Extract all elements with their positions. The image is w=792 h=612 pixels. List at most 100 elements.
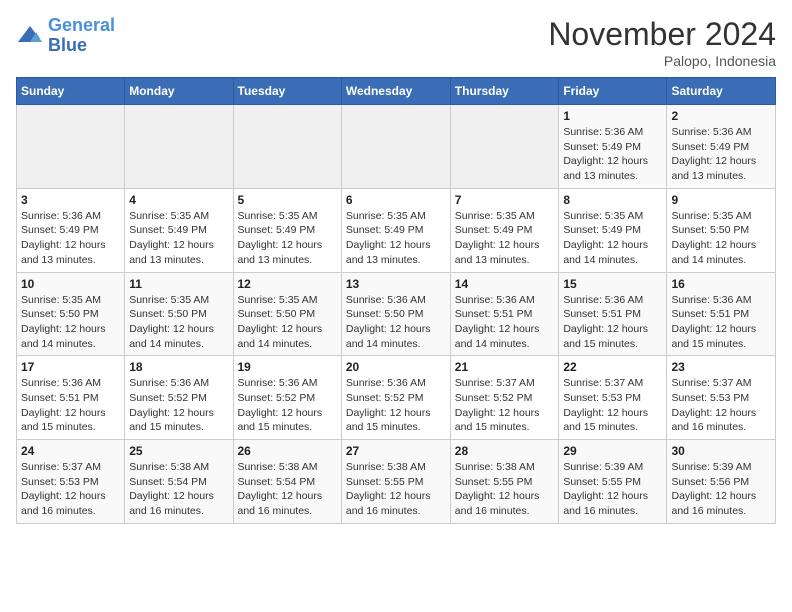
- calendar-cell: [233, 105, 341, 189]
- weekday-wednesday: Wednesday: [341, 78, 450, 105]
- day-info: Sunrise: 5:35 AM Sunset: 5:50 PM Dayligh…: [671, 209, 771, 268]
- day-number: 12: [238, 277, 337, 291]
- calendar-cell: 25Sunrise: 5:38 AM Sunset: 5:54 PM Dayli…: [125, 440, 233, 524]
- week-row-5: 24Sunrise: 5:37 AM Sunset: 5:53 PM Dayli…: [17, 440, 776, 524]
- calendar-cell: 19Sunrise: 5:36 AM Sunset: 5:52 PM Dayli…: [233, 356, 341, 440]
- logo-icon: [16, 24, 44, 48]
- day-info: Sunrise: 5:36 AM Sunset: 5:51 PM Dayligh…: [563, 293, 662, 352]
- calendar-cell: 10 Sunrise: 5:35 AM Sunset: 5:50 PM Dayli…: [17, 272, 125, 356]
- day-number: 18: [129, 360, 228, 374]
- calendar-cell: 7 Sunrise: 5:35 AM Sunset: 5:49 PM Daylig…: [450, 188, 559, 272]
- day-info: Sunrise: 5:36 AM Sunset: 5:50 PM Dayligh…: [346, 293, 446, 352]
- day-info: Sunrise: 5:35 AM Sunset: 5:49 PM Dayligh…: [129, 209, 228, 268]
- day-number: 4: [129, 193, 228, 207]
- weekday-saturday: Saturday: [667, 78, 776, 105]
- calendar-cell: 18 Sunrise: 5:36 AM Sunset: 5:52 PM Dayli…: [125, 356, 233, 440]
- calendar-cell: 8 Sunrise: 5:35 AM Sunset: 5:49 PM Daylig…: [559, 188, 667, 272]
- day-number: 13: [346, 277, 446, 291]
- day-number: 8: [563, 193, 662, 207]
- day-number: 11: [129, 277, 228, 291]
- calendar-cell: 24Sunrise: 5:37 AM Sunset: 5:53 PM Dayli…: [17, 440, 125, 524]
- weekday-monday: Monday: [125, 78, 233, 105]
- calendar-cell: 30 Sunrise: 5:39 AM Sunset: 5:56 PM Dayli…: [667, 440, 776, 524]
- calendar-cell: 5 Sunrise: 5:35 AM Sunset: 5:49 PM Daylig…: [233, 188, 341, 272]
- calendar-cell: 15Sunrise: 5:36 AM Sunset: 5:51 PM Dayli…: [559, 272, 667, 356]
- calendar-cell: [125, 105, 233, 189]
- calendar-cell: 22 Sunrise: 5:37 AM Sunset: 5:53 PM Dayli…: [559, 356, 667, 440]
- calendar-cell: 1 Sunrise: 5:36 AM Sunset: 5:49 PM Daylig…: [559, 105, 667, 189]
- calendar-cell: 6Sunrise: 5:35 AM Sunset: 5:49 PM Daylig…: [341, 188, 450, 272]
- day-info: Sunrise: 5:35 AM Sunset: 5:49 PM Dayligh…: [563, 209, 662, 268]
- month-title: November 2024: [548, 16, 776, 53]
- calendar-cell: [17, 105, 125, 189]
- day-number: 30: [671, 444, 771, 458]
- day-info: Sunrise: 5:36 AM Sunset: 5:51 PM Dayligh…: [21, 376, 120, 435]
- calendar-cell: 27Sunrise: 5:38 AM Sunset: 5:55 PM Dayli…: [341, 440, 450, 524]
- day-number: 10: [21, 277, 120, 291]
- day-number: 23: [671, 360, 771, 374]
- location: Palopo, Indonesia: [548, 53, 776, 69]
- calendar-cell: 21 Sunrise: 5:37 AM Sunset: 5:52 PM Dayli…: [450, 356, 559, 440]
- day-info: Sunrise: 5:36 AM Sunset: 5:49 PM Dayligh…: [563, 125, 662, 184]
- logo-general: General: [48, 15, 115, 35]
- calendar: SundayMondayTuesdayWednesdayThursdayFrid…: [16, 77, 776, 524]
- day-number: 7: [455, 193, 555, 207]
- calendar-cell: 23Sunrise: 5:37 AM Sunset: 5:53 PM Dayli…: [667, 356, 776, 440]
- weekday-sunday: Sunday: [17, 78, 125, 105]
- day-info: Sunrise: 5:39 AM Sunset: 5:56 PM Dayligh…: [671, 460, 771, 519]
- day-info: Sunrise: 5:35 AM Sunset: 5:49 PM Dayligh…: [455, 209, 555, 268]
- calendar-cell: 9Sunrise: 5:35 AM Sunset: 5:50 PM Daylig…: [667, 188, 776, 272]
- day-info: Sunrise: 5:36 AM Sunset: 5:52 PM Dayligh…: [129, 376, 228, 435]
- day-info: Sunrise: 5:36 AM Sunset: 5:51 PM Dayligh…: [455, 293, 555, 352]
- day-number: 2: [671, 109, 771, 123]
- calendar-cell: 14 Sunrise: 5:36 AM Sunset: 5:51 PM Dayli…: [450, 272, 559, 356]
- day-info: Sunrise: 5:37 AM Sunset: 5:53 PM Dayligh…: [21, 460, 120, 519]
- day-info: Sunrise: 5:35 AM Sunset: 5:49 PM Dayligh…: [238, 209, 337, 268]
- day-number: 5: [238, 193, 337, 207]
- calendar-cell: [450, 105, 559, 189]
- page-header: General Blue November 2024 Palopo, Indon…: [16, 16, 776, 69]
- day-info: Sunrise: 5:35 AM Sunset: 5:50 PM Dayligh…: [238, 293, 337, 352]
- weekday-thursday: Thursday: [450, 78, 559, 105]
- day-info: Sunrise: 5:35 AM Sunset: 5:49 PM Dayligh…: [346, 209, 446, 268]
- calendar-cell: 26 Sunrise: 5:38 AM Sunset: 5:54 PM Dayli…: [233, 440, 341, 524]
- week-row-3: 10 Sunrise: 5:35 AM Sunset: 5:50 PM Dayli…: [17, 272, 776, 356]
- calendar-cell: 28 Sunrise: 5:38 AM Sunset: 5:55 PM Dayli…: [450, 440, 559, 524]
- calendar-cell: 20 Sunrise: 5:36 AM Sunset: 5:52 PM Dayli…: [341, 356, 450, 440]
- day-info: Sunrise: 5:36 AM Sunset: 5:49 PM Dayligh…: [671, 125, 771, 184]
- day-info: Sunrise: 5:36 AM Sunset: 5:49 PM Dayligh…: [21, 209, 120, 268]
- weekday-friday: Friday: [559, 78, 667, 105]
- day-number: 19: [238, 360, 337, 374]
- calendar-cell: 11 Sunrise: 5:35 AM Sunset: 5:50 PM Dayli…: [125, 272, 233, 356]
- day-number: 29: [563, 444, 662, 458]
- day-number: 14: [455, 277, 555, 291]
- logo-blue: Blue: [48, 35, 87, 55]
- day-info: Sunrise: 5:35 AM Sunset: 5:50 PM Dayligh…: [21, 293, 120, 352]
- calendar-cell: 17 Sunrise: 5:36 AM Sunset: 5:51 PM Dayli…: [17, 356, 125, 440]
- logo: General Blue: [16, 16, 115, 56]
- day-number: 3: [21, 193, 120, 207]
- week-row-2: 3 Sunrise: 5:36 AM Sunset: 5:49 PM Daylig…: [17, 188, 776, 272]
- day-number: 16: [671, 277, 771, 291]
- logo-text: General Blue: [48, 16, 115, 56]
- day-number: 22: [563, 360, 662, 374]
- day-number: 20: [346, 360, 446, 374]
- calendar-cell: 13 Sunrise: 5:36 AM Sunset: 5:50 PM Dayli…: [341, 272, 450, 356]
- calendar-cell: 3 Sunrise: 5:36 AM Sunset: 5:49 PM Daylig…: [17, 188, 125, 272]
- day-info: Sunrise: 5:37 AM Sunset: 5:52 PM Dayligh…: [455, 376, 555, 435]
- day-number: 1: [563, 109, 662, 123]
- day-info: Sunrise: 5:35 AM Sunset: 5:50 PM Dayligh…: [129, 293, 228, 352]
- day-number: 21: [455, 360, 555, 374]
- calendar-cell: [341, 105, 450, 189]
- day-info: Sunrise: 5:36 AM Sunset: 5:52 PM Dayligh…: [346, 376, 446, 435]
- week-row-1: 1 Sunrise: 5:36 AM Sunset: 5:49 PM Daylig…: [17, 105, 776, 189]
- day-info: Sunrise: 5:38 AM Sunset: 5:54 PM Dayligh…: [238, 460, 337, 519]
- day-number: 28: [455, 444, 555, 458]
- day-info: Sunrise: 5:38 AM Sunset: 5:55 PM Dayligh…: [455, 460, 555, 519]
- calendar-cell: 2 Sunrise: 5:36 AM Sunset: 5:49 PM Daylig…: [667, 105, 776, 189]
- day-info: Sunrise: 5:37 AM Sunset: 5:53 PM Dayligh…: [563, 376, 662, 435]
- weekday-tuesday: Tuesday: [233, 78, 341, 105]
- day-number: 26: [238, 444, 337, 458]
- day-number: 17: [21, 360, 120, 374]
- week-row-4: 17 Sunrise: 5:36 AM Sunset: 5:51 PM Dayli…: [17, 356, 776, 440]
